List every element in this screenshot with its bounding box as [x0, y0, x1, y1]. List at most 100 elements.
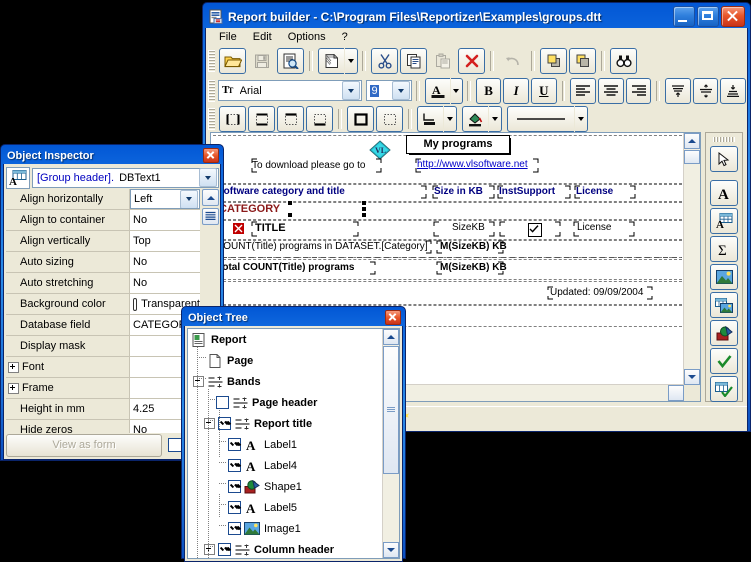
- scroll-up-button[interactable]: [684, 133, 700, 149]
- property-value[interactable]: No: [130, 252, 200, 272]
- pointer-tool-icon[interactable]: [710, 146, 738, 172]
- property-row[interactable]: Font: [6, 357, 200, 378]
- delete-icon[interactable]: [458, 48, 485, 74]
- line-style-dropdown-arrow[interactable]: [444, 106, 457, 132]
- frame-top-icon[interactable]: [277, 106, 304, 132]
- page-setup-dropdown-arrow[interactable]: [345, 48, 358, 74]
- sort-icon[interactable]: [202, 208, 219, 225]
- label-tool-icon[interactable]: A: [710, 180, 738, 206]
- tree-node-label4[interactable]: A Label4: [188, 455, 399, 476]
- line-width-dropdown-arrow[interactable]: [575, 106, 588, 132]
- minimize-button[interactable]: [673, 6, 695, 27]
- tree-node-page[interactable]: Page: [188, 350, 399, 371]
- property-name-expandable[interactable]: Font: [6, 357, 130, 377]
- font-size-combo[interactable]: 9: [366, 80, 412, 101]
- bring-to-front-icon[interactable]: [540, 48, 567, 74]
- font-size-dropdown-arrow[interactable]: [392, 81, 410, 100]
- report-builder-titlebar[interactable]: Report builder - C:\Program Files\Report…: [205, 5, 748, 28]
- frame-left-right-icon[interactable]: [219, 106, 246, 132]
- expand-icon[interactable]: [8, 362, 19, 373]
- underline-button[interactable]: U: [531, 78, 557, 104]
- object-tree-titlebar[interactable]: Object Tree: [184, 309, 403, 326]
- property-row[interactable]: Database field CATEGORY: [6, 315, 200, 336]
- property-row[interactable]: Height in mm 4.25: [6, 399, 200, 420]
- property-row[interactable]: Background color Transparent: [6, 294, 200, 315]
- tree-scroll-down-button[interactable]: [383, 542, 399, 558]
- vertical-scroll-thumb[interactable]: [684, 150, 700, 164]
- property-row[interactable]: Display mask: [6, 336, 200, 357]
- property-value[interactable]: No: [130, 273, 200, 293]
- visibility-checkbox[interactable]: [228, 522, 241, 535]
- scroll-right-button[interactable]: [668, 385, 684, 401]
- menu-item-file[interactable]: File: [212, 29, 244, 45]
- db-image-tool-icon[interactable]: [710, 292, 738, 318]
- frame-none-icon[interactable]: [376, 106, 403, 132]
- frame-top-bottom-icon[interactable]: [248, 106, 275, 132]
- align-top-icon[interactable]: [665, 78, 691, 104]
- tree-node-image1[interactable]: Image1: [188, 518, 399, 539]
- property-value[interactable]: No: [130, 210, 200, 230]
- bold-button[interactable]: B: [476, 78, 502, 104]
- visibility-checkbox[interactable]: [228, 459, 241, 472]
- property-value[interactable]: Top: [130, 231, 200, 251]
- tree-node-bands[interactable]: Bands: [188, 371, 399, 392]
- menu-item-help[interactable]: ?: [335, 29, 355, 45]
- db-checkbox-tool-icon[interactable]: [710, 376, 738, 402]
- toolbar-grip[interactable]: [208, 50, 215, 72]
- palette-grip[interactable]: [713, 137, 735, 142]
- menu-item-options[interactable]: Options: [281, 29, 333, 45]
- align-right-icon[interactable]: [626, 78, 652, 104]
- scroll-up-icon[interactable]: [202, 189, 219, 206]
- footer-checkbox[interactable]: [168, 438, 182, 452]
- send-to-back-icon[interactable]: [569, 48, 596, 74]
- property-dropdown-arrow[interactable]: [180, 190, 198, 209]
- image-tool-icon[interactable]: [710, 264, 738, 290]
- property-row[interactable]: Hide zeros No: [6, 420, 200, 433]
- property-row[interactable]: Align vertically Top: [6, 231, 200, 252]
- menu-item-edit[interactable]: Edit: [246, 29, 279, 45]
- property-row[interactable]: Auto stretching No: [6, 273, 200, 294]
- property-row[interactable]: Auto sizing No: [6, 252, 200, 273]
- property-grid[interactable]: Align horizontally Left Align to contain…: [6, 189, 200, 433]
- align-bottom-icon[interactable]: [720, 78, 746, 104]
- maximize-button[interactable]: [697, 6, 719, 27]
- font-name-combo[interactable]: TT Arial: [218, 80, 363, 101]
- view-as-form-button[interactable]: View as form: [6, 434, 162, 457]
- copy-icon[interactable]: [400, 48, 427, 74]
- italic-button[interactable]: I: [503, 78, 529, 104]
- align-left-icon[interactable]: [570, 78, 596, 104]
- fill-color-dropdown-arrow[interactable]: [489, 106, 502, 132]
- property-name-expandable[interactable]: Frame: [6, 378, 130, 398]
- align-middle-icon[interactable]: [693, 78, 719, 104]
- toolbar-grip[interactable]: [208, 108, 215, 130]
- page-setup-icon[interactable]: [318, 48, 344, 74]
- font-color-dropdown-arrow[interactable]: [451, 78, 463, 104]
- object-tree-close-button[interactable]: [385, 310, 401, 325]
- save-icon[interactable]: [248, 48, 275, 74]
- line-style-icon[interactable]: [417, 106, 443, 132]
- cut-icon[interactable]: [371, 48, 398, 74]
- canvas-vertical-scrollbar[interactable]: [683, 133, 700, 385]
- visibility-checkbox[interactable]: [216, 396, 229, 409]
- tree-node-column-header[interactable]: Column header: [188, 539, 399, 559]
- toolbar-grip[interactable]: [208, 80, 215, 102]
- tree-node-report[interactable]: Report: [188, 329, 399, 350]
- paste-icon[interactable]: [429, 48, 456, 74]
- object-inspector-titlebar[interactable]: Object Inspector: [3, 147, 221, 164]
- expand-icon[interactable]: [8, 383, 19, 394]
- visibility-checkbox[interactable]: [218, 543, 231, 556]
- visibility-checkbox[interactable]: [228, 480, 241, 493]
- object-inspector-close-button[interactable]: [203, 148, 219, 163]
- shape-tool-icon[interactable]: [710, 320, 738, 346]
- font-name-dropdown-arrow[interactable]: [342, 81, 360, 100]
- line-width-icon[interactable]: [507, 106, 574, 132]
- font-color-icon[interactable]: A: [425, 78, 450, 104]
- sum-tool-icon[interactable]: Σ: [710, 236, 738, 262]
- open-icon[interactable]: [219, 48, 246, 74]
- property-row[interactable]: Align to container No: [6, 210, 200, 231]
- object-tree-view[interactable]: Report Page Bands: [187, 328, 400, 559]
- property-value[interactable]: Left: [130, 189, 200, 209]
- frame-bottom-icon[interactable]: [306, 106, 333, 132]
- selection-handles[interactable]: [214, 201, 366, 217]
- find-icon[interactable]: [610, 48, 637, 74]
